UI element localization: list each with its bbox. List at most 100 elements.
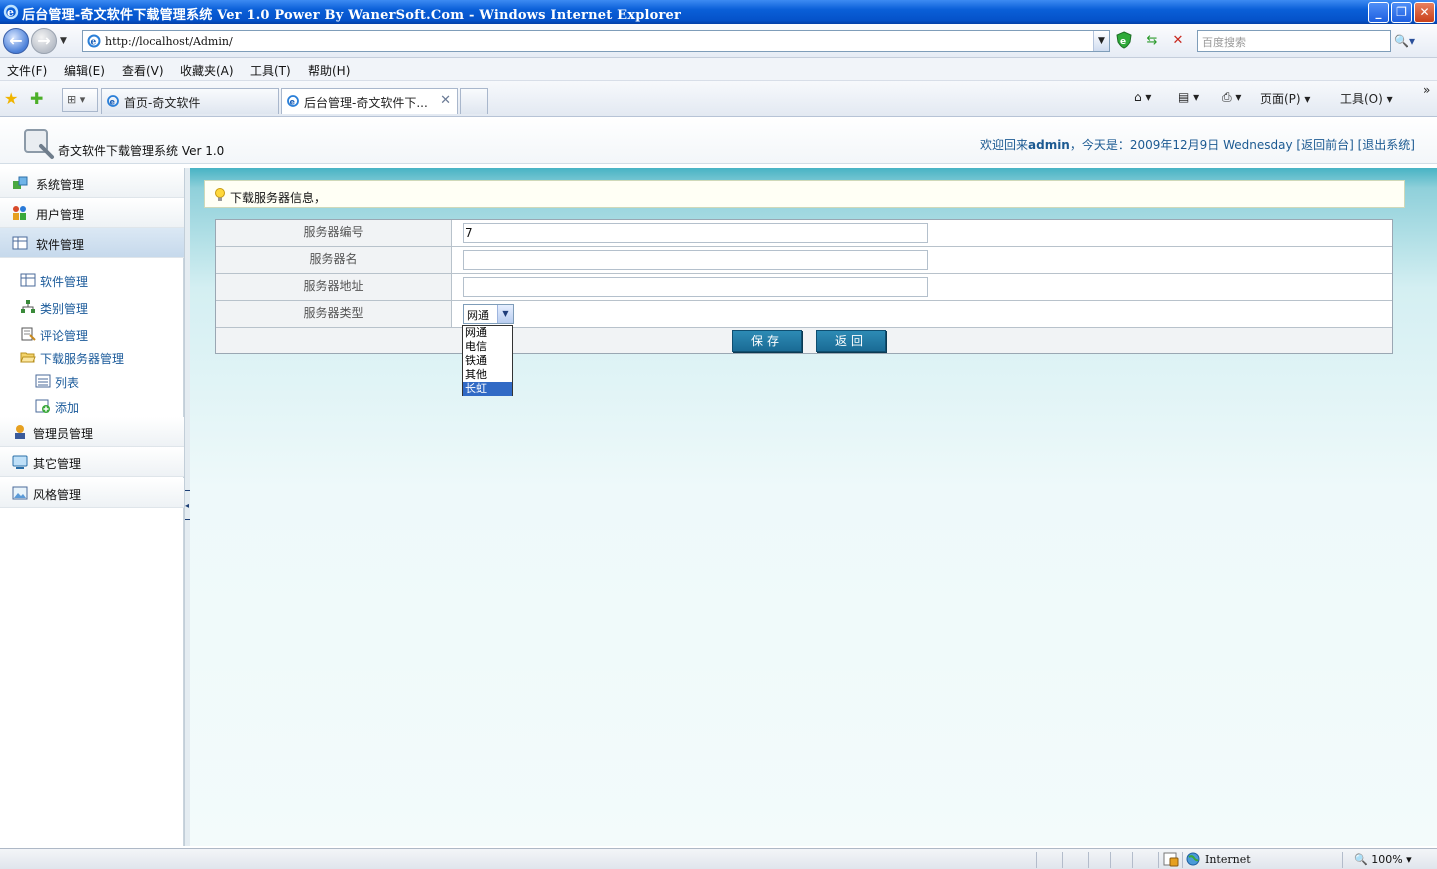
sidebar-item-label: 软件管理 <box>36 238 85 252</box>
address-field[interactable]: e http://localhost/Admin/ ▼ <box>82 30 1110 52</box>
home-icon[interactable]: ⌂ ▾ <box>1134 90 1151 104</box>
svg-text:e: e <box>1120 37 1126 47</box>
users-icon <box>13 206 26 220</box>
url-text[interactable]: http://localhost/Admin/ <box>105 35 233 48</box>
system-icon <box>13 176 28 189</box>
option-tietong[interactable]: 铁通 <box>463 354 512 368</box>
window-titlebar: e 后台管理-奇文软件下载管理系统 Ver 1.0 Power By Waner… <box>0 0 1437 24</box>
sub-item-label: 下载服务器管理 <box>40 352 125 366</box>
minimize-button[interactable]: _ <box>1368 2 1389 23</box>
welcome-bar: 欢迎回来admin，今天是：2009年12月9日 Wednesday [返回前台… <box>980 136 1415 153</box>
svg-text:e: e <box>290 98 296 107</box>
server-type-value: 网通 <box>467 309 489 322</box>
option-qita[interactable]: 其他 <box>463 368 512 382</box>
logout-link[interactable]: [退出系统] <box>1358 138 1415 152</box>
favorites-star-icon[interactable]: ★ <box>4 89 18 108</box>
sidebar: 系统管理 用户管理 软件管理 软件管理 类别管理 评论管理 下载服务器管理 列表… <box>0 168 184 846</box>
sidebar-item-admins[interactable]: 管理员管理 <box>0 417 184 447</box>
tab-close-icon[interactable]: ✕ <box>440 93 451 108</box>
style-icon <box>12 486 28 500</box>
print-icon[interactable]: ⎙ ▾ <box>1222 90 1241 105</box>
new-tab-button[interactable] <box>460 88 488 114</box>
option-dianxin[interactable]: 电信 <box>463 340 512 354</box>
sub-item-label: 软件管理 <box>40 275 89 289</box>
server-type-options: 网通 电信 铁通 其他 长虹 <box>462 325 513 396</box>
sidebar-item-users[interactable]: 用户管理 <box>0 198 184 228</box>
internet-globe-icon <box>1186 852 1200 866</box>
refresh-icon[interactable]: ⇆ <box>1142 31 1162 51</box>
grid-icon <box>20 273 36 287</box>
back-button[interactable]: ← <box>3 28 29 54</box>
menu-favorites[interactable]: 收藏夹(A) <box>180 62 234 79</box>
label-server-address: 服务器地址 <box>216 274 452 300</box>
option-wangtong[interactable]: 网通 <box>463 326 512 340</box>
sidebar-item-style[interactable]: 风格管理 <box>0 478 184 508</box>
menu-view[interactable]: 查看(V) <box>122 62 164 79</box>
menu-file[interactable]: 文件(F) <box>7 62 47 79</box>
menu-edit[interactable]: 编辑(E) <box>64 62 105 79</box>
app-logo-icon <box>24 129 54 159</box>
security-shield-icon[interactable]: e <box>1114 31 1134 51</box>
menu-help[interactable]: 帮助(H) <box>308 62 350 79</box>
chevron-down-icon[interactable]: ▼ <box>497 305 513 323</box>
server-type-select[interactable]: 网通 ▼ <box>463 304 514 324</box>
back-to-front-link[interactable]: [返回前台] <box>1296 138 1353 152</box>
tools-menu-button[interactable]: 工具(O) ▾ <box>1340 90 1393 107</box>
zoom-level[interactable]: 🔍 100% ▾ <box>1354 853 1412 866</box>
sidebar-item-label: 管理员管理 <box>33 427 94 441</box>
sidebar-item-label: 系统管理 <box>36 178 85 192</box>
back-button-form[interactable]: 返回 <box>816 330 886 352</box>
sidebar-item-system[interactable]: 系统管理 <box>0 168 184 198</box>
form-row-server-id: 服务器编号 <box>216 220 1392 247</box>
svg-text:e: e <box>110 98 116 107</box>
tab-ie-icon: e <box>287 95 299 107</box>
label-server-id: 服务器编号 <box>216 220 452 246</box>
server-name-input[interactable] <box>463 250 928 270</box>
label-server-type: 服务器类型 <box>216 301 452 327</box>
close-window-button[interactable]: ✕ <box>1414 2 1435 23</box>
label-server-name: 服务器名 <box>216 247 452 273</box>
page-menu-button[interactable]: 页面(P) ▾ <box>1260 90 1310 107</box>
server-id-input[interactable] <box>463 223 928 243</box>
zoom-dropdown-icon[interactable]: ▾ <box>1406 853 1412 866</box>
username: admin <box>1028 138 1070 152</box>
tab-home[interactable]: e 首页-奇文软件 <box>101 88 279 114</box>
security-zone-text: Internet <box>1205 853 1251 866</box>
tab-admin[interactable]: e 后台管理-奇文软件下... ✕ <box>281 88 458 114</box>
search-input[interactable]: 百度搜索 <box>1197 30 1391 52</box>
add-favorite-icon[interactable]: ✚ <box>30 89 43 108</box>
more-commands-icon[interactable]: » <box>1423 83 1430 97</box>
server-form: 服务器编号 服务器名 服务器地址 服务器类型 网通 ▼ 保存 返回 <box>215 219 1393 354</box>
option-changhong[interactable]: 长虹 <box>463 382 512 396</box>
menu-bar: 文件(F) 编辑(E) 查看(V) 收藏夹(A) 工具(T) 帮助(H) <box>0 58 1437 81</box>
search-icon[interactable]: 🔍▾ <box>1394 30 1428 52</box>
admin-icon <box>15 425 25 439</box>
form-row-server-address: 服务器地址 <box>216 274 1392 301</box>
restore-button[interactable]: ❐ <box>1391 2 1412 23</box>
sub-item-label: 类别管理 <box>40 302 89 316</box>
sidebar-item-software[interactable]: 软件管理 <box>0 228 184 258</box>
menu-tools[interactable]: 工具(T) <box>250 62 291 79</box>
protected-mode-icon[interactable] <box>1163 852 1179 867</box>
software-icon <box>12 236 28 250</box>
feeds-icon[interactable]: ▤ ▾ <box>1178 90 1199 104</box>
sidebar-item-label: 风格管理 <box>33 488 82 502</box>
sidebar-item-label: 其它管理 <box>33 457 82 471</box>
recent-pages-dropdown[interactable]: ▼ <box>60 36 67 46</box>
sidebar-item-other[interactable]: 其它管理 <box>0 447 184 477</box>
server-address-input[interactable] <box>463 277 928 297</box>
address-dropdown-icon[interactable]: ▼ <box>1093 31 1109 51</box>
save-button[interactable]: 保存 <box>732 330 802 352</box>
svg-text:e: e <box>91 38 97 48</box>
tab-ie-icon: e <box>107 95 119 107</box>
notice-bar: 下载服务器信息， <box>204 180 1405 208</box>
lightbulb-icon <box>215 188 225 201</box>
tree-icon <box>21 300 35 313</box>
stop-icon[interactable]: ✕ <box>1168 31 1188 51</box>
forward-button[interactable]: → <box>31 28 57 54</box>
sub-item-label: 列表 <box>55 376 80 390</box>
other-icon <box>12 455 28 469</box>
today-text: ，今天是：2009年12月9日 Wednesday <box>1069 138 1293 152</box>
quick-tabs-button[interactable]: ⊞ ▾ <box>62 88 98 112</box>
comment-icon <box>21 327 36 341</box>
